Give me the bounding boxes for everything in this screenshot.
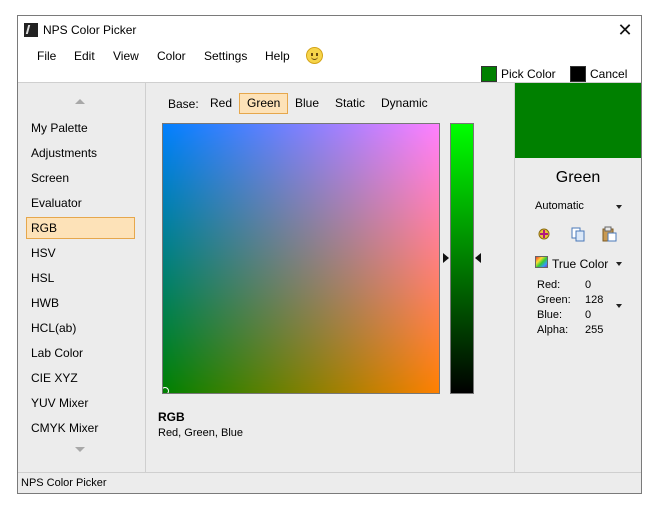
sidebar-item-my-palette[interactable]: My Palette	[26, 117, 135, 139]
sidebar-item-evaluator[interactable]: Evaluator	[26, 192, 135, 214]
app-window: NPS Color Picker ✕ File Edit View Color …	[17, 15, 642, 494]
green-channel-slider[interactable]	[450, 123, 474, 394]
pick-color-swatch	[481, 66, 497, 82]
mode-dropdown-caret-icon[interactable]	[616, 205, 622, 209]
cancel-label: Cancel	[590, 67, 628, 81]
menu-bar: File Edit View Color Settings Help Pick …	[18, 44, 641, 82]
sidebar-item-hsl[interactable]: HSL	[26, 267, 135, 289]
slider-left-pointer-icon[interactable]	[443, 253, 449, 263]
paste-icon[interactable]	[601, 226, 617, 242]
eyedropper-add-icon[interactable]	[537, 226, 553, 242]
menu-color[interactable]: Color	[155, 47, 188, 65]
sidebar-item-cie-xyz[interactable]: CIE XYZ	[26, 367, 135, 389]
base-option-red[interactable]: Red	[203, 93, 239, 114]
close-button[interactable]: ✕	[609, 16, 641, 44]
sidebar-item-cmyk-mixer[interactable]: CMYK Mixer	[26, 417, 135, 439]
slider-right-pointer-icon[interactable]	[475, 253, 481, 263]
sidebar-item-yuv-mixer[interactable]: YUV Mixer	[26, 392, 135, 414]
menu-edit[interactable]: Edit	[72, 47, 97, 65]
sidebar-item-adjustments[interactable]: Adjustments	[26, 142, 135, 164]
blue-label: Blue:	[537, 309, 563, 321]
app-logo-icon	[24, 23, 38, 37]
scroll-down-arrow-icon[interactable]	[75, 447, 85, 452]
green-label: Green:	[537, 294, 571, 306]
format-dropdown-caret-icon[interactable]	[616, 262, 622, 266]
sidebar-item-hcl-ab[interactable]: HCL(ab)	[26, 317, 135, 339]
base-option-dynamic[interactable]: Dynamic	[374, 93, 435, 114]
cancel-swatch	[570, 66, 586, 82]
sidebar-item-screen[interactable]: Screen	[26, 167, 135, 189]
pick-color-button[interactable]: Pick Color	[481, 65, 556, 83]
menu-help[interactable]: Help	[263, 47, 292, 65]
true-color-icon	[535, 256, 548, 268]
color-name: Green	[555, 169, 601, 186]
status-text: NPS Color Picker	[21, 477, 107, 489]
scroll-up-arrow-icon[interactable]	[75, 99, 85, 104]
title-bar: NPS Color Picker ✕	[18, 16, 641, 44]
status-bar: NPS Color Picker	[18, 472, 641, 493]
sidebar-item-hsv[interactable]: HSV	[26, 242, 135, 264]
sidebar-item-rgb[interactable]: RGB	[26, 217, 135, 239]
menu-file[interactable]: File	[35, 47, 58, 65]
blue-value: 0	[585, 309, 592, 321]
cancel-button[interactable]: Cancel	[570, 65, 627, 83]
base-option-static[interactable]: Static	[328, 93, 372, 114]
sidebar-item-lab-color[interactable]: Lab Color	[26, 342, 135, 364]
alpha-label: Alpha:	[537, 324, 569, 336]
menu-settings[interactable]: Settings	[202, 47, 249, 65]
window-title: NPS Color Picker	[43, 23, 137, 37]
model-name: RGB	[158, 410, 185, 424]
mode-dropdown-label[interactable]: Automatic	[535, 200, 584, 212]
red-value: 0	[585, 279, 592, 291]
color-info-panel: Green Automatic True Color Red: 0 Green:…	[515, 82, 641, 472]
alpha-value: 255	[585, 324, 604, 336]
base-option-blue[interactable]: Blue	[288, 93, 326, 114]
color-preview-swatch	[515, 83, 641, 158]
red-label: Red:	[537, 279, 561, 291]
format-dropdown-label[interactable]: True Color	[552, 257, 608, 271]
color-plane[interactable]	[162, 123, 440, 394]
copy-icon[interactable]	[570, 226, 586, 242]
smiley-icon[interactable]	[306, 47, 323, 64]
values-dropdown-caret-icon[interactable]	[616, 304, 622, 308]
model-description: Red, Green, Blue	[158, 427, 243, 439]
base-label: Base:	[168, 97, 199, 111]
green-value: 128	[585, 294, 604, 306]
menu-view[interactable]: View	[111, 47, 141, 65]
plane-cursor-marker[interactable]	[163, 387, 169, 393]
base-option-green[interactable]: Green	[239, 93, 289, 114]
color-model-sidebar: My Palette Adjustments Screen Evaluator …	[18, 82, 146, 472]
pick-color-label: Pick Color	[501, 67, 556, 81]
color-editor-panel: Base: Red Green Blue Static Dynamic RGB …	[146, 82, 515, 472]
sidebar-item-hwb[interactable]: HWB	[26, 292, 135, 314]
